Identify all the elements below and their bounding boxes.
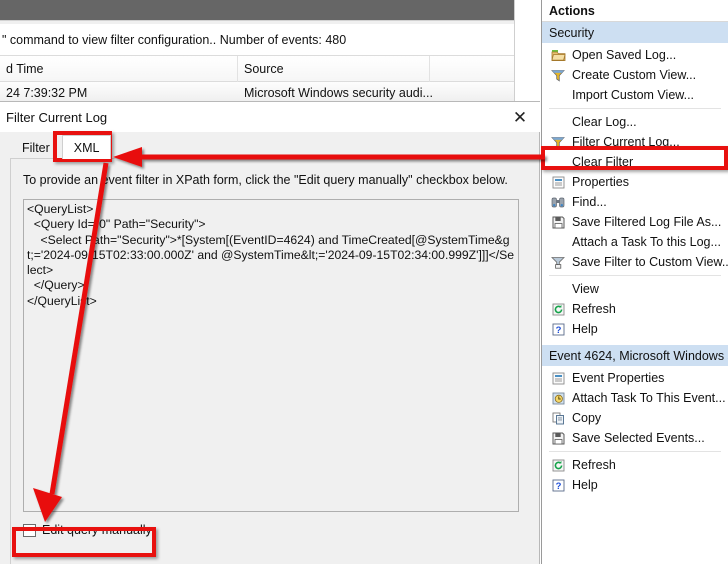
edit-query-manually-label: Edit query manually [42,523,152,537]
actions-group-header-event: Event 4624, Microsoft Windows se [542,345,728,366]
column-header-date-time[interactable]: d Time [0,55,238,82]
tab-filter[interactable]: Filter [10,135,62,159]
properties-icon [549,370,567,386]
column-header-extra[interactable] [430,56,514,82]
open-folder-icon [549,47,567,63]
action-properties[interactable]: Properties [542,172,728,192]
action-view[interactable]: View [542,279,728,299]
xml-tab-panel-inner: To provide an event filter in XPath form… [11,159,531,564]
xml-query-textarea[interactable]: <QueryList> <Query Id="0" Path="Security… [23,199,519,512]
actions-separator [549,108,721,109]
filter-current-log-dialog: Filter Current Log ✕ Filter XML To provi… [0,101,540,564]
xml-hint-text: To provide an event filter in XPath form… [23,173,508,187]
event-viewer-left-pane: " command to view filter configuration..… [0,0,540,564]
action-attach-a-task-to-this-log[interactable]: Attach a Task To this Log... [542,232,728,252]
edit-query-manually-checkbox[interactable]: Edit query manually [23,523,152,537]
no-icon [549,87,567,103]
no-icon [549,234,567,250]
action-label: Help [572,478,598,492]
action-label: Properties [572,175,629,189]
action-label: Clear Log... [572,115,637,129]
actions-pane: Actions Security Open Saved Log... Creat… [541,0,728,564]
action-label: Event Properties [572,371,665,385]
action-help[interactable]: ? Help [542,319,728,339]
help-icon: ? [549,321,567,337]
action-label: Attach Task To This Event... [572,391,726,405]
properties-icon [549,174,567,190]
action-label: Refresh [572,458,616,472]
log-status-strip: " command to view filter configuration..… [0,24,514,56]
close-icon[interactable]: ✕ [508,106,532,128]
svg-text:?: ? [555,481,561,492]
actions-separator [549,275,721,276]
action-label: Find... [572,195,607,209]
tab-xml[interactable]: XML [61,135,112,159]
refresh-icon [549,301,567,317]
log-status-text: " command to view filter configuration..… [2,32,347,47]
action-refresh[interactable]: Refresh [542,299,728,319]
funnel-icon [549,134,567,150]
action-create-custom-view[interactable]: Create Custom View... [542,65,728,85]
actions-list-event: Event Properties Attach Task To This Eve… [542,366,728,495]
action-label: Import Custom View... [572,88,695,102]
action-save-filtered-log-file-as[interactable]: Save Filtered Log File As... [542,212,728,232]
xml-query-text: <QueryList> <Query Id="0" Path="Security… [27,202,515,308]
action-copy[interactable]: Copy [542,408,728,428]
toolbar-band-edge [0,20,514,23]
funnel-icon [549,67,567,83]
svg-text:?: ? [555,325,561,336]
copy-icon [549,410,567,426]
action-save-filter-to-custom-view[interactable]: Save Filter to Custom View... [542,252,728,272]
column-header-source[interactable]: Source [238,55,430,82]
dialog-tabstrip: Filter XML [0,132,540,159]
actions-group-header-security: Security [542,22,728,43]
action-label: Save Filtered Log File As... [572,215,722,229]
funnel-save-icon [549,254,567,270]
action-clear-log[interactable]: Clear Log... [542,112,728,132]
action-save-selected-events[interactable]: Save Selected Events... [542,428,728,448]
screenshot-root: " command to view filter configuration..… [0,0,728,564]
dialog-title-bar: Filter Current Log ✕ [0,102,540,132]
actions-list-security: Open Saved Log... Create Custom View... … [542,43,728,339]
binoculars-icon [549,194,567,210]
action-label: Copy [572,411,602,425]
action-import-custom-view[interactable]: Import Custom View... [542,85,728,105]
actions-separator [549,451,721,452]
action-event-help[interactable]: ? Help [542,475,728,495]
action-filter-current-log[interactable]: Filter Current Log... [542,132,728,152]
action-label: Refresh [572,302,616,316]
refresh-icon [549,457,567,473]
action-label: Create Custom View... [572,68,697,82]
action-attach-task-to-this-event[interactable]: Attach Task To This Event... [542,388,728,408]
floppy-icon [549,430,567,446]
floppy-icon [549,214,567,230]
clock-task-icon [549,390,567,406]
xml-tab-panel: To provide an event filter in XPath form… [10,158,531,564]
action-find[interactable]: Find... [542,192,728,212]
action-clear-filter[interactable]: Clear Filter [542,152,728,172]
checkbox-box-icon[interactable] [23,523,36,537]
action-label: Attach a Task To this Log... [572,235,721,249]
action-event-properties[interactable]: Event Properties [542,368,728,388]
action-label: Save Filter to Custom View... [572,255,728,269]
action-label: Open Saved Log... [572,48,677,62]
no-icon [549,281,567,297]
action-label: View [572,282,599,296]
event-list-header: d Time Source [0,55,514,82]
no-icon [549,114,567,130]
action-open-saved-log[interactable]: Open Saved Log... [542,45,728,65]
action-label: Clear Filter [572,155,634,169]
action-event-refresh[interactable]: Refresh [542,455,728,475]
action-label: Filter Current Log... [572,135,680,149]
toolbar-band [0,0,514,20]
dialog-title: Filter Current Log [6,109,108,125]
action-label: Save Selected Events... [572,431,705,445]
help-icon: ? [549,477,567,493]
no-icon [549,154,567,170]
actions-pane-title: Actions [542,0,728,22]
action-label: Help [572,322,598,336]
